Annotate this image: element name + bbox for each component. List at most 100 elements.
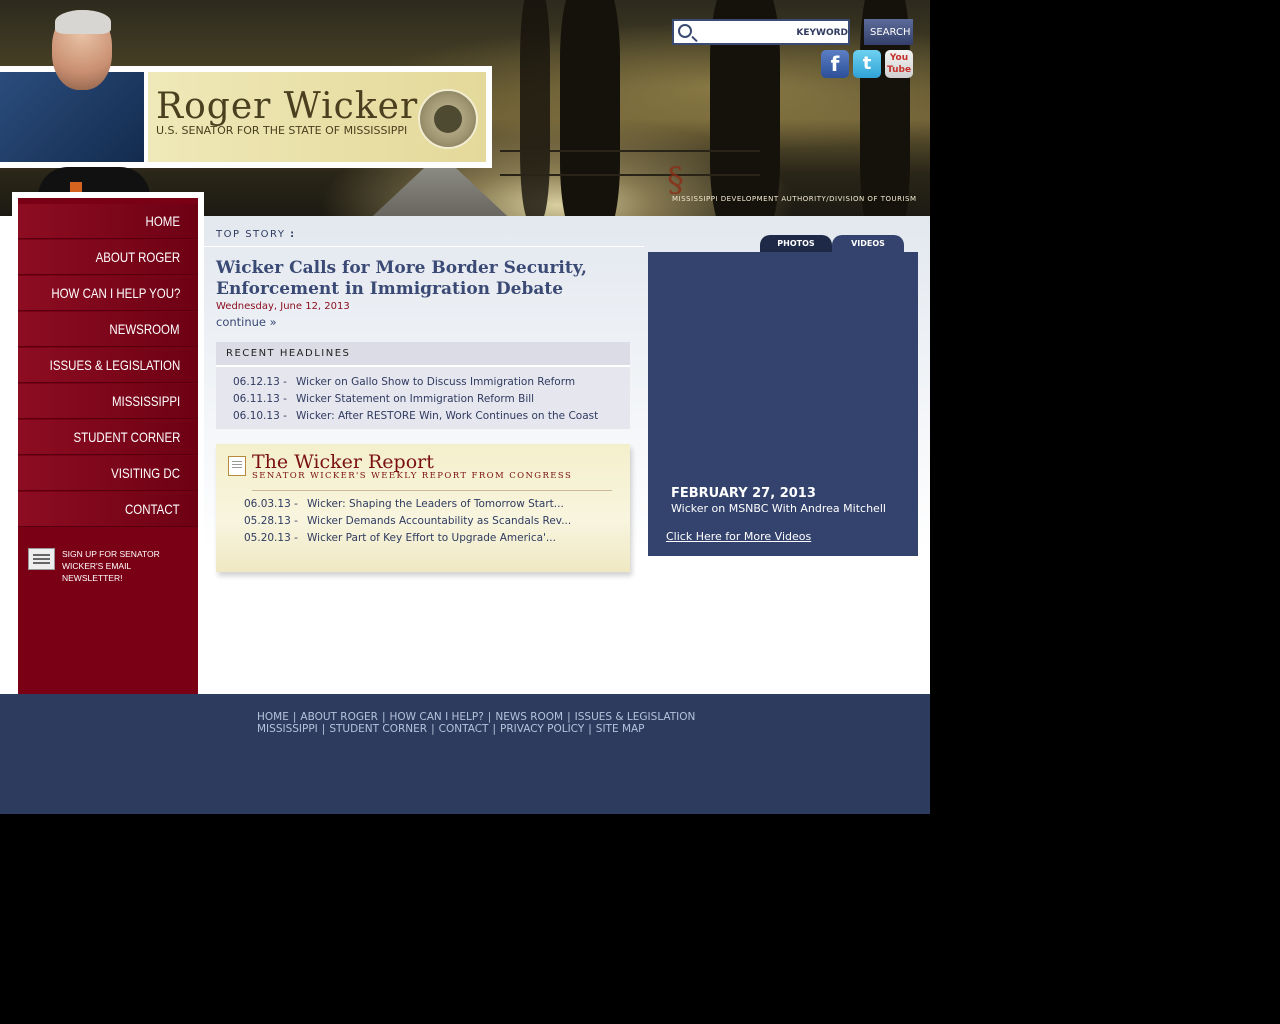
media-tabs: PHOTOS VIDEOS [756, 235, 906, 252]
nav-item-label: VISITING DC [111, 465, 180, 481]
tree-trunk [560, 0, 620, 216]
headline-item[interactable]: 06.12.13 - Wicker on Gallo Show to Discus… [233, 376, 575, 388]
footer-link-about[interactable]: ABOUT ROGER [300, 711, 378, 723]
newsletter-icon [28, 548, 55, 570]
separator: | [381, 711, 386, 723]
nav-item-label: ABOUT ROGER [95, 249, 180, 265]
senator-name: Roger Wicker [156, 86, 419, 127]
more-videos-link[interactable]: Click Here for More Videos [666, 530, 811, 543]
newsletter-line-1: SIGN UP FOR SENATOR [62, 549, 160, 559]
headline-text: Wicker on Gallo Show to Discuss Immigrat… [296, 376, 576, 388]
nav-item-mississippi[interactable]: MISSISSIPPI [18, 384, 198, 419]
nav-item-label: STUDENT CORNER [73, 429, 180, 445]
recent-headlines-header: RECENT HEADLINES [216, 342, 630, 367]
nav-item-issues-legislation[interactable]: ISSUES & LEGISLATION [18, 348, 198, 383]
tourism-credit: MISSISSIPPI DEVELOPMENT AUTHORITY/DIVISI… [672, 195, 917, 203]
wicker-report-subtitle: SENATOR WICKER'S WEEKLY REPORT FROM CONG… [252, 471, 573, 481]
report-text: Wicker Demands Accountability as Scandal… [307, 515, 572, 527]
separator: | [567, 711, 571, 723]
footer-link-sitemap[interactable]: SITE MAP [596, 723, 645, 735]
headline-item[interactable]: 06.11.13 - Wicker Statement on Immigratio… [233, 393, 534, 405]
report-date: 05.20.13 - [244, 532, 298, 544]
search-icon [678, 24, 692, 38]
top-story-title[interactable]: Wicker Calls for More Border Security, E… [216, 258, 636, 300]
fence [500, 150, 760, 176]
portrait-hair [55, 10, 111, 34]
senator-subtitle: U.S. SENATOR FOR THE STATE OF MISSISSIPP… [156, 124, 408, 137]
search-input[interactable] [696, 23, 850, 43]
nav-item-label: MISSISSIPPI [111, 393, 180, 409]
separator: | [431, 723, 435, 735]
footer-links-row-2: MISSISSIPPI | STUDENT CORNER | CONTACT | PRIVA… [257, 723, 645, 735]
top-story-label: TOP STORY : [216, 229, 296, 240]
footer-links-row-1: HOME | ABOUT ROGER | HOW CAN I HELP? | NEWS RO… [257, 711, 695, 723]
report-item[interactable]: 05.20.13 - Wicker Part of Key Effort to U… [244, 532, 556, 544]
header-banner: § MISSISSIPPI DEVELOPMENT AUTHORITY/DIVI… [0, 0, 930, 216]
tab-photos[interactable]: PHOTOS [760, 235, 832, 252]
road [360, 168, 520, 216]
wicker-report-title[interactable]: The Wicker Report [252, 451, 434, 473]
headline-date: 06.12.13 - [233, 376, 287, 388]
search-button[interactable]: SEARCH [864, 19, 913, 45]
nav-item-newsroom[interactable]: NEWSROOM [18, 312, 198, 347]
nav-item-how-can-i-help[interactable]: HOW CAN I HELP YOU? [18, 276, 198, 311]
page: § MISSISSIPPI DEVELOPMENT AUTHORITY/DIVI… [0, 0, 930, 814]
state-seal-icon [418, 89, 478, 149]
recent-headlines-panel: RECENT HEADLINES 06.12.13 - Wicker on Gal… [216, 342, 630, 429]
newsletter-text: SIGN UP FOR SENATOR WICKER'S EMAIL NEWSL… [62, 548, 193, 584]
report-item[interactable]: 05.28.13 - Wicker Demands Accountability … [244, 515, 571, 527]
tourism-logo-icon: § [667, 160, 684, 200]
nav-item-label: CONTACT [125, 501, 180, 517]
nav-item-label: HOW CAN I HELP YOU? [50, 285, 180, 301]
footer-link-contact[interactable]: CONTACT [439, 723, 489, 735]
divider [204, 246, 644, 247]
newsletter-line-2: WICKER'S EMAIL NEWSLETTER! [62, 561, 131, 583]
video-panel[interactable]: FEBRUARY 27, 2013 Wicker on MSNBC With A… [648, 252, 918, 556]
nav-item-label: ISSUES & LEGISLATION [49, 357, 180, 373]
video-date: FEBRUARY 27, 2013 [671, 486, 816, 501]
video-caption: Wicker on MSNBC With Andrea Mitchell [671, 502, 886, 515]
top-story-date: Wednesday, June 12, 2013 [216, 301, 350, 312]
report-text: Wicker Part of Key Effort to Upgrade Ame… [307, 532, 556, 544]
youtube-icon[interactable]: You Tube [885, 50, 913, 78]
footer-link-issues[interactable]: ISSUES & LEGISLATION [575, 711, 696, 723]
footer-link-help[interactable]: HOW CAN I HELP? [389, 711, 483, 723]
headline-text: Wicker Statement on Immigration Reform B… [296, 393, 535, 405]
footer-link-privacy[interactable]: PRIVACY POLICY [500, 723, 584, 735]
headline-text: Wicker: After RESTORE Win, Work Continue… [296, 410, 599, 422]
nav-item-about-roger[interactable]: ABOUT ROGER [18, 240, 198, 275]
separator: | [321, 723, 326, 735]
footer-link-home[interactable]: HOME [257, 711, 289, 723]
nav-item-home[interactable]: HOME [18, 204, 198, 239]
continue-link[interactable]: continue » [216, 315, 277, 329]
search-box [672, 19, 850, 45]
divider [252, 490, 612, 491]
headline-date: 06.10.13 - [233, 410, 287, 422]
twitter-icon[interactable]: t [853, 50, 881, 78]
footer-link-student-corner[interactable]: STUDENT CORNER [329, 723, 427, 735]
footer-link-newsroom[interactable]: NEWS ROOM [495, 711, 563, 723]
wicker-report-panel: The Wicker Report SENATOR WICKER'S WEEKL… [216, 444, 630, 572]
nav-item-visiting-dc[interactable]: VISITING DC [18, 456, 198, 491]
separator: | [487, 711, 492, 723]
tab-videos[interactable]: VIDEOS [832, 235, 904, 252]
nav-item-student-corner[interactable]: STUDENT CORNER [18, 420, 198, 455]
report-date: 06.03.13 - [244, 498, 298, 510]
main-nav: HOME ABOUT ROGER HOW CAN I HELP YOU? NEW… [18, 198, 198, 713]
headline-date: 06.11.13 - [233, 393, 287, 405]
nav-item-label: HOME [145, 213, 180, 229]
separator: | [292, 711, 297, 723]
report-item[interactable]: 06.03.13 - Wicker: Shaping the Leaders of… [244, 498, 564, 510]
notepad-icon [228, 456, 246, 476]
nav-item-label: NEWSROOM [109, 321, 180, 337]
separator: | [492, 723, 496, 735]
report-date: 05.28.13 - [244, 515, 298, 527]
headline-item[interactable]: 06.10.13 - Wicker: After RESTORE Win, Wor… [233, 410, 598, 422]
separator: | [588, 723, 592, 735]
tree-trunk [520, 0, 550, 216]
footer-link-mississippi[interactable]: MISSISSIPPI [257, 723, 318, 735]
report-text: Wicker: Shaping the Leaders of Tomorrow … [307, 498, 564, 510]
nav-item-contact[interactable]: CONTACT [18, 492, 198, 527]
newsletter-signup-link[interactable]: SIGN UP FOR SENATOR WICKER'S EMAIL NEWSL… [28, 548, 193, 583]
facebook-icon[interactable]: f [821, 50, 849, 78]
